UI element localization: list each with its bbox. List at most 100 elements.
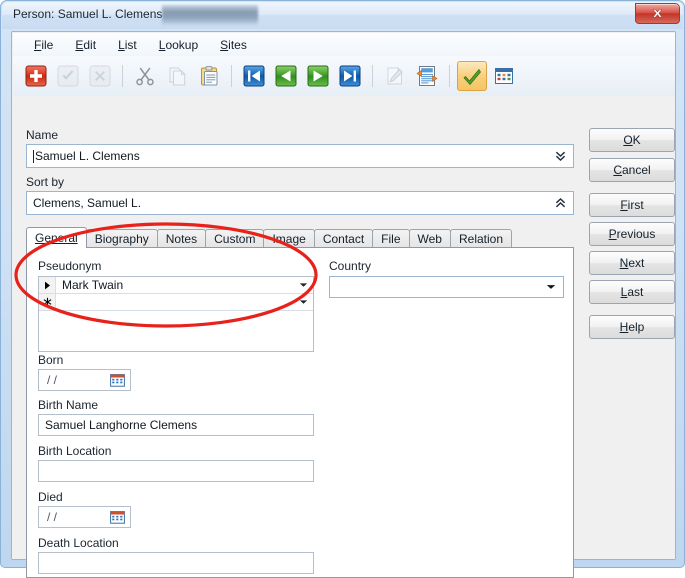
pseudonym-row-0-value: Mark Twain — [62, 278, 124, 292]
row-selector-current-icon[interactable] — [39, 277, 56, 293]
died-date-input[interactable]: / / — [38, 506, 131, 528]
copy-button[interactable] — [162, 61, 192, 91]
tab-relation-label: Relation — [458, 232, 504, 246]
add-record-icon — [25, 65, 47, 87]
delete-record-icon — [89, 65, 111, 87]
last-record-icon — [339, 65, 361, 87]
previous-record-icon — [275, 65, 297, 87]
cut-button[interactable] — [130, 61, 160, 91]
tab-custom-label: Custom — [214, 232, 256, 246]
tab-notes[interactable]: Notes — [156, 229, 207, 248]
birth-name-value: Samuel Langhorne Clemens — [45, 418, 198, 432]
pseudonym-grid-empty-area — [39, 311, 313, 351]
chevron-double-up-icon[interactable] — [555, 197, 566, 209]
pseudonym-cell-value[interactable]: Mark Twain — [56, 277, 313, 293]
toolbar-separator-3 — [372, 65, 373, 87]
previous-record-button[interactable] — [271, 61, 301, 91]
row-selector-new-icon[interactable] — [39, 294, 56, 310]
first-button[interactable]: First — [589, 193, 675, 217]
table-row[interactable]: Mark Twain — [39, 277, 313, 294]
delete-record-button[interactable] — [85, 61, 115, 91]
name-input-value: Samuel L. Clemens — [35, 149, 140, 163]
window-title: Person: Samuel L. Clemens — [13, 7, 163, 21]
chevron-down-icon[interactable] — [546, 284, 556, 291]
first-record-button[interactable] — [239, 61, 269, 91]
confirm-record-button[interactable] — [53, 61, 83, 91]
paste-button[interactable] — [194, 61, 224, 91]
general-tab-panel: Pseudonym Mark Twain Country Born / / Bi… — [26, 247, 574, 578]
name-label: Name — [26, 128, 59, 142]
toolbar — [13, 56, 675, 96]
born-label: Born — [38, 353, 64, 367]
birth-name-input[interactable]: Samuel Langhorne Clemens — [38, 414, 314, 436]
tab-general-label: General — [35, 231, 78, 245]
pseudonym-label: Pseudonym — [38, 259, 102, 273]
sort-by-label: Sort by — [26, 175, 65, 189]
ok-button[interactable]: OK — [589, 128, 675, 152]
title-bar[interactable]: Person: Samuel L. Clemens — [2, 2, 683, 29]
menu-item-list[interactable]: List — [107, 36, 148, 54]
pseudonym-grid[interactable]: Mark Twain — [38, 276, 314, 352]
tab-custom[interactable]: Custom — [205, 229, 265, 248]
last-button[interactable]: Last — [589, 280, 675, 304]
grid-view-button[interactable] — [489, 61, 519, 91]
help-button[interactable]: Help — [589, 315, 675, 339]
chevron-down-icon[interactable] — [299, 299, 308, 305]
birth-location-label: Birth Location — [38, 444, 112, 458]
next-record-button[interactable] — [303, 61, 333, 91]
country-combobox[interactable] — [329, 276, 564, 298]
refresh-record-icon — [416, 66, 438, 86]
tab-web-label: Web — [417, 232, 442, 246]
edit-record-icon — [387, 66, 403, 85]
person-dialog-window: Person: Samuel L. Clemens FFileile Edit … — [0, 0, 685, 578]
add-record-button[interactable] — [21, 61, 51, 91]
tab-file[interactable]: File — [372, 229, 410, 248]
apply-check-button[interactable] — [457, 61, 487, 91]
apply-check-icon — [463, 69, 481, 85]
born-date-input[interactable]: / / — [38, 369, 131, 391]
calendar-icon[interactable] — [110, 510, 125, 524]
tab-general[interactable]: General — [26, 227, 87, 248]
died-date-value: / / — [47, 510, 58, 524]
menu-item-edit[interactable]: Edit — [64, 36, 107, 54]
previous-button[interactable]: Previous — [589, 222, 675, 246]
pseudonym-new-row-cell[interactable] — [56, 294, 313, 310]
birth-location-input[interactable] — [38, 460, 314, 482]
cut-icon — [136, 67, 154, 86]
tab-image[interactable]: Image — [263, 229, 315, 248]
first-record-icon — [243, 65, 265, 87]
tab-strip: General Biography Notes Custom Image Con… — [26, 227, 513, 248]
grid-view-icon — [495, 68, 513, 84]
table-row[interactable] — [39, 294, 313, 311]
tab-file-label: File — [381, 232, 401, 246]
chevron-down-icon[interactable] — [299, 282, 308, 288]
close-button[interactable] — [635, 3, 680, 24]
sort-by-input[interactable]: Clemens, Samuel L. — [26, 191, 574, 215]
refresh-record-button[interactable] — [412, 61, 442, 91]
last-record-button[interactable] — [335, 61, 365, 91]
menu-item-sites[interactable]: Sites — [209, 36, 258, 54]
tab-contact[interactable]: Contact — [313, 229, 374, 248]
tab-biography[interactable]: Biography — [85, 229, 158, 248]
menu-item-file[interactable]: FFileile — [23, 36, 64, 54]
edit-record-button[interactable] — [380, 61, 410, 91]
redacted-title-suffix — [162, 5, 258, 25]
born-date-value: / / — [47, 373, 58, 387]
name-input[interactable]: Samuel L. Clemens — [26, 144, 574, 168]
next-button[interactable]: Next — [589, 251, 675, 275]
tab-relation[interactable]: Relation — [449, 229, 513, 248]
paste-icon — [201, 66, 218, 86]
tab-image-label: Image — [272, 232, 306, 246]
tab-web[interactable]: Web — [408, 229, 451, 248]
death-location-input[interactable] — [38, 552, 314, 574]
cancel-button[interactable]: Cancel — [589, 158, 675, 182]
death-location-label: Death Location — [38, 536, 119, 550]
sort-by-input-value: Clemens, Samuel L. — [33, 196, 142, 210]
menu-item-lookup[interactable]: Lookup — [148, 36, 209, 54]
birth-name-label: Birth Name — [38, 398, 99, 412]
copy-icon — [169, 67, 186, 86]
tab-biography-label: Biography — [94, 232, 149, 246]
calendar-icon[interactable] — [110, 373, 125, 387]
toolbar-separator-2 — [231, 65, 232, 87]
chevron-double-down-icon[interactable] — [555, 150, 566, 162]
